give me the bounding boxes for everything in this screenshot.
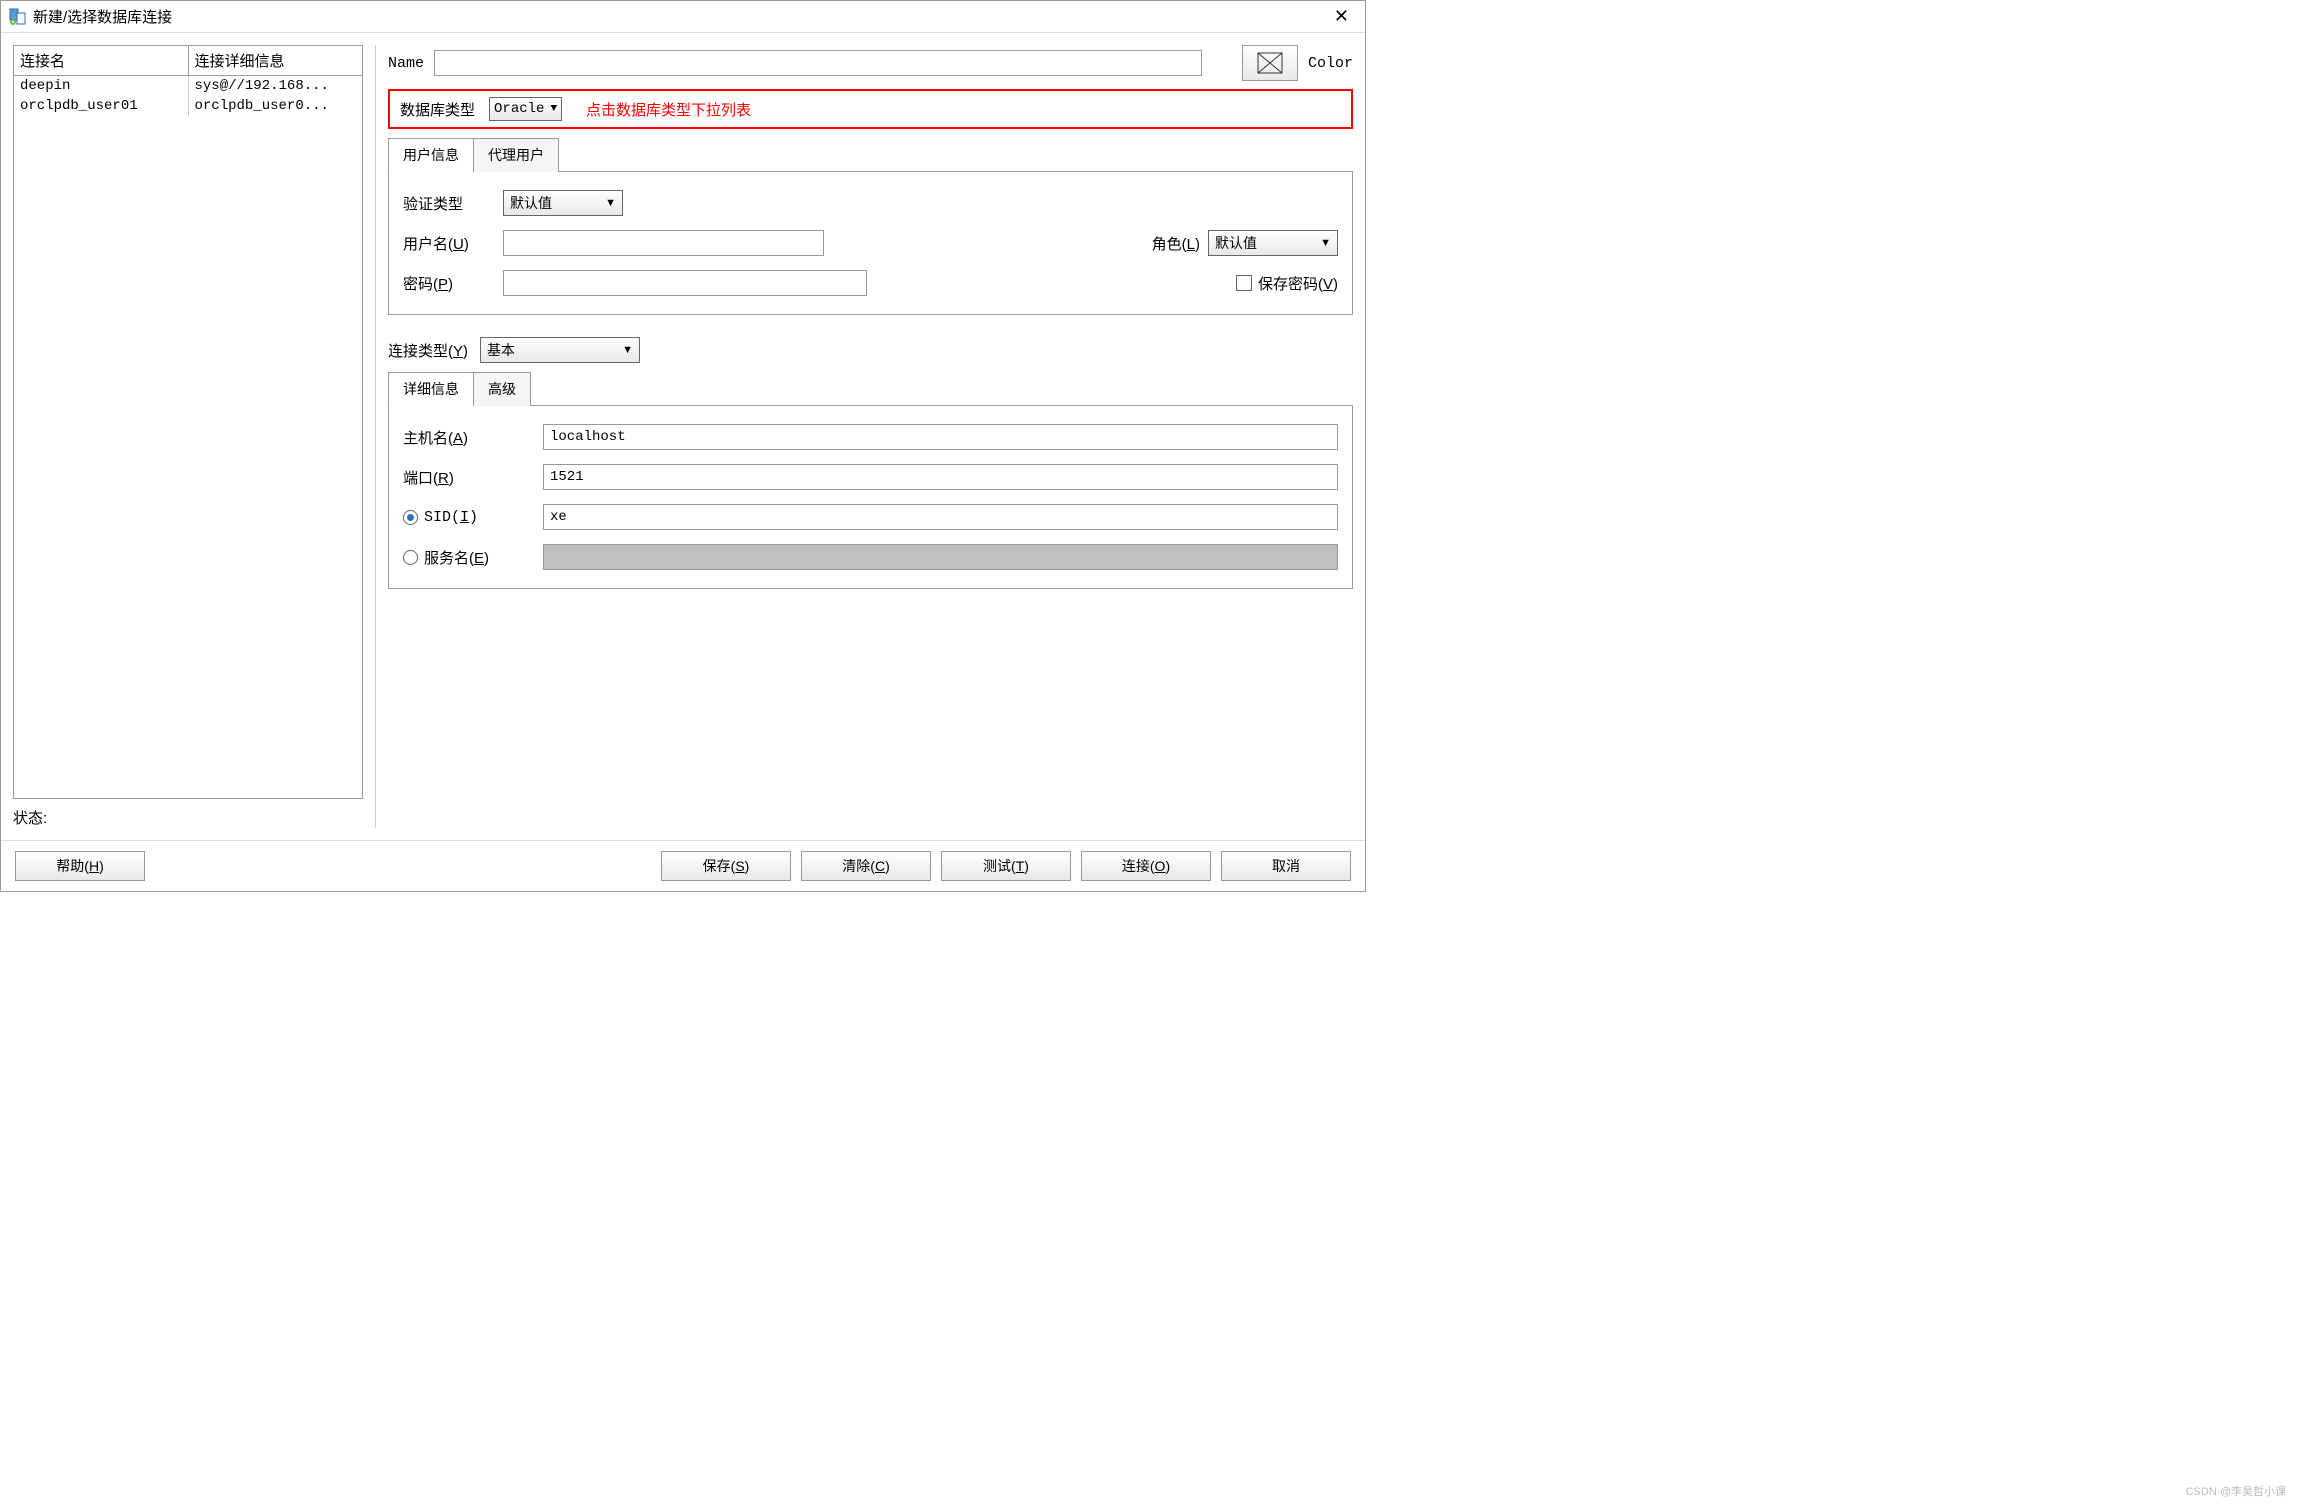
role-value: 默认值 xyxy=(1215,233,1257,253)
password-label: 密码(P) xyxy=(403,273,493,294)
save-password-checkbox[interactable]: 保存密码(V) xyxy=(1236,273,1338,294)
auth-type-select[interactable]: 默认值 ▼ xyxy=(503,190,623,216)
status-label: 状态: xyxy=(13,799,363,828)
user-tabs: 用户信息 代理用户 xyxy=(388,137,1353,172)
cell-details: orclpdb_user0... xyxy=(188,96,362,116)
user-info-panel: 验证类型 默认值 ▼ 用户名(U) 角色(L) 默认值 xyxy=(388,172,1353,315)
col-header-details[interactable]: 连接详细信息 xyxy=(188,46,362,76)
color-label: Color xyxy=(1308,55,1353,72)
color-swatch-icon xyxy=(1257,52,1283,74)
password-input[interactable] xyxy=(503,270,867,296)
dbtype-select[interactable]: Oracle ▼ xyxy=(489,97,562,121)
name-label: Name xyxy=(388,55,424,72)
sid-input[interactable] xyxy=(543,504,1338,530)
dbtype-value: Oracle xyxy=(494,101,544,117)
radio-checked-icon xyxy=(403,510,418,525)
close-icon[interactable]: ✕ xyxy=(1326,6,1357,27)
chevron-down-icon: ▼ xyxy=(605,197,616,209)
sid-label: SID(I) xyxy=(424,509,478,526)
left-panel: 连接名 连接详细信息 deepin sys@//192.168... orclp… xyxy=(13,45,363,828)
auth-type-value: 默认值 xyxy=(510,193,552,213)
table-row[interactable]: orclpdb_user01 orclpdb_user0... xyxy=(14,96,362,116)
role-label: 角色(L) xyxy=(1152,233,1200,254)
chevron-down-icon: ▼ xyxy=(1320,237,1331,249)
col-header-name[interactable]: 连接名 xyxy=(14,46,188,76)
tab-details[interactable]: 详细信息 xyxy=(388,372,474,406)
chevron-down-icon: ▼ xyxy=(622,344,633,356)
footer: 帮助(H) 保存(S) 清除(C) 测试(T) 连接(O) 取消 xyxy=(1,840,1365,891)
cancel-button[interactable]: 取消 xyxy=(1221,851,1351,881)
right-panel: Name Color 数据库类型 Oracle ▼ 点击数据库类型下拉列表 xyxy=(388,45,1353,828)
content-area: 连接名 连接详细信息 deepin sys@//192.168... orclp… xyxy=(1,33,1365,840)
service-input xyxy=(543,544,1338,570)
test-button[interactable]: 测试(T) xyxy=(941,851,1071,881)
save-button[interactable]: 保存(S) xyxy=(661,851,791,881)
color-button[interactable] xyxy=(1242,45,1298,81)
host-input[interactable] xyxy=(543,424,1338,450)
port-input[interactable] xyxy=(543,464,1338,490)
name-row: Name Color xyxy=(388,45,1353,81)
username-label: 用户名(U) xyxy=(403,233,493,254)
connections-table: 连接名 连接详细信息 deepin sys@//192.168... orclp… xyxy=(13,45,363,799)
save-password-label: 保存密码(V) xyxy=(1258,273,1338,294)
user-tabs-container: 用户信息 代理用户 验证类型 默认值 ▼ 用户名(U) xyxy=(388,137,1353,315)
tab-advanced[interactable]: 高级 xyxy=(473,372,531,406)
window-title: 新建/选择数据库连接 xyxy=(33,6,1326,27)
port-label: 端口(R) xyxy=(403,467,533,488)
detail-tabs: 详细信息 高级 xyxy=(388,371,1353,406)
details-panel: 主机名(A) 端口(R) SID(I) xyxy=(388,406,1353,589)
cell-name: deepin xyxy=(14,76,188,97)
username-input[interactable] xyxy=(503,230,824,256)
conn-type-select[interactable]: 基本 ▼ xyxy=(480,337,640,363)
dbtype-row-highlight: 数据库类型 Oracle ▼ 点击数据库类型下拉列表 xyxy=(388,89,1353,129)
service-radio[interactable]: 服务名(E) xyxy=(403,547,533,568)
detail-tabs-container: 详细信息 高级 主机名(A) 端口(R) SID( xyxy=(388,371,1353,589)
sid-radio[interactable]: SID(I) xyxy=(403,509,533,526)
dialog-window: 新建/选择数据库连接 ✕ 连接名 连接详细信息 deepin sys@ xyxy=(0,0,1366,892)
dbtype-hint: 点击数据库类型下拉列表 xyxy=(586,99,751,120)
host-label: 主机名(A) xyxy=(403,427,533,448)
checkbox-icon xyxy=(1236,275,1252,291)
cell-details: sys@//192.168... xyxy=(188,76,362,97)
conn-type-value: 基本 xyxy=(487,340,515,360)
tab-user-info[interactable]: 用户信息 xyxy=(388,138,474,172)
conn-type-label: 连接类型(Y) xyxy=(388,340,468,361)
service-label: 服务名(E) xyxy=(424,547,489,568)
help-button[interactable]: 帮助(H) xyxy=(15,851,145,881)
radio-unchecked-icon xyxy=(403,550,418,565)
titlebar: 新建/选择数据库连接 ✕ xyxy=(1,1,1365,33)
clear-button[interactable]: 清除(C) xyxy=(801,851,931,881)
name-input[interactable] xyxy=(434,50,1202,76)
cell-name: orclpdb_user01 xyxy=(14,96,188,116)
watermark: CSDN @李昊哲小课 xyxy=(2186,1483,2286,1499)
chevron-down-icon: ▼ xyxy=(550,103,557,115)
auth-type-label: 验证类型 xyxy=(403,193,493,214)
table-row[interactable]: deepin sys@//192.168... xyxy=(14,76,362,97)
dbtype-label: 数据库类型 xyxy=(400,99,475,120)
role-select[interactable]: 默认值 ▼ xyxy=(1208,230,1338,256)
tab-proxy-user[interactable]: 代理用户 xyxy=(473,138,559,172)
connect-button[interactable]: 连接(O) xyxy=(1081,851,1211,881)
conn-type-row: 连接类型(Y) 基本 ▼ xyxy=(388,337,1353,363)
vertical-divider[interactable] xyxy=(375,45,376,828)
app-icon xyxy=(9,8,27,26)
